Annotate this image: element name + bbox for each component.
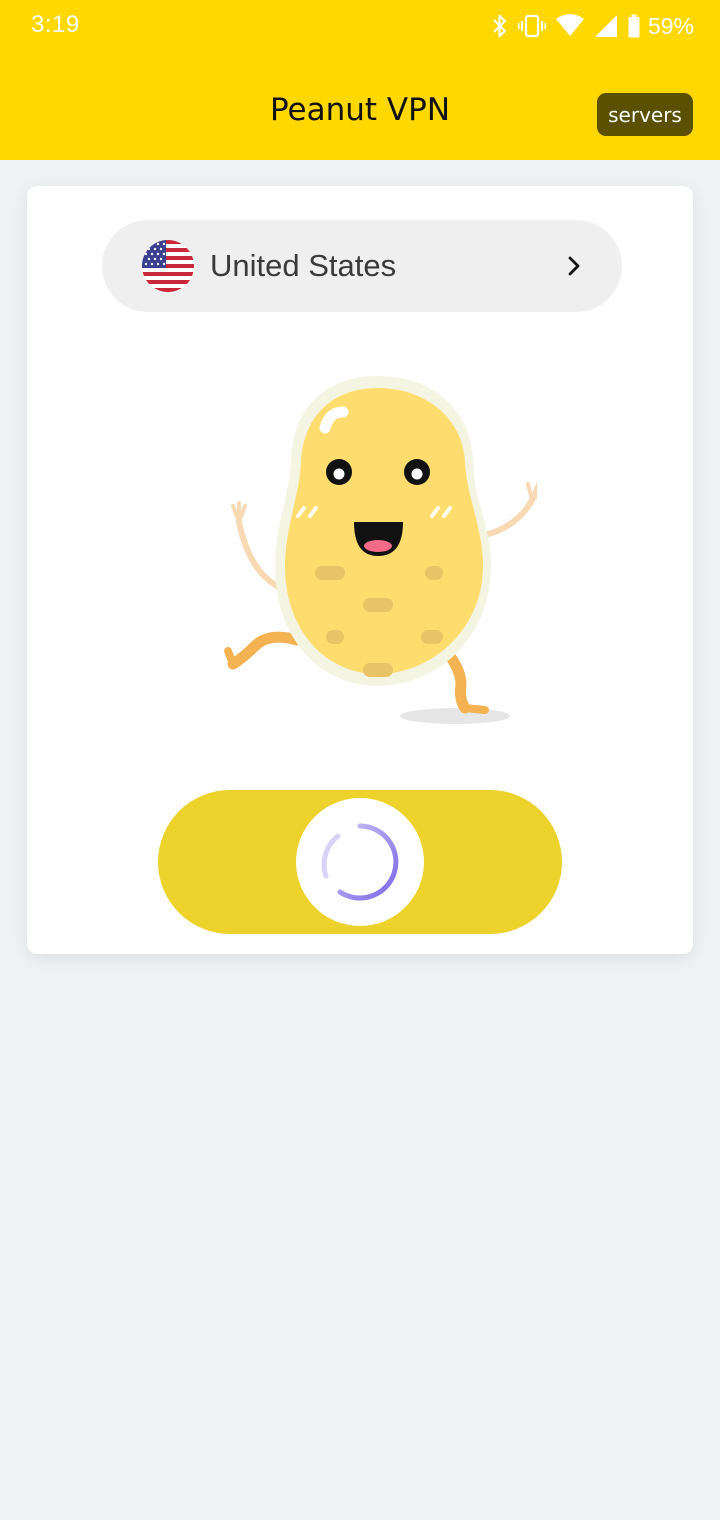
peanut-mascot-illustration — [224, 376, 537, 724]
bluetooth-icon — [493, 14, 507, 38]
app-bar: Peanut VPN servers — [0, 52, 720, 160]
servers-button[interactable]: servers — [597, 93, 693, 136]
country-name: United States — [210, 248, 397, 283]
connection-card: United States — [27, 186, 693, 954]
battery-percentage: 59% — [647, 12, 694, 39]
connect-toggle[interactable] — [158, 790, 562, 934]
loading-spinner-icon — [321, 823, 399, 901]
cell-signal-icon — [594, 15, 617, 37]
status-time: 3:19 — [31, 11, 80, 38]
wifi-icon — [555, 14, 584, 36]
toggle-knob[interactable] — [296, 798, 424, 926]
status-bar: 3:19 59% — [0, 0, 720, 52]
us-flag-icon — [142, 240, 194, 292]
chevron-right-icon — [568, 256, 580, 276]
vibrate-icon — [517, 14, 546, 38]
status-icons: 59% — [482, 12, 694, 40]
battery-icon — [628, 14, 640, 38]
country-selector[interactable]: United States — [102, 220, 622, 312]
